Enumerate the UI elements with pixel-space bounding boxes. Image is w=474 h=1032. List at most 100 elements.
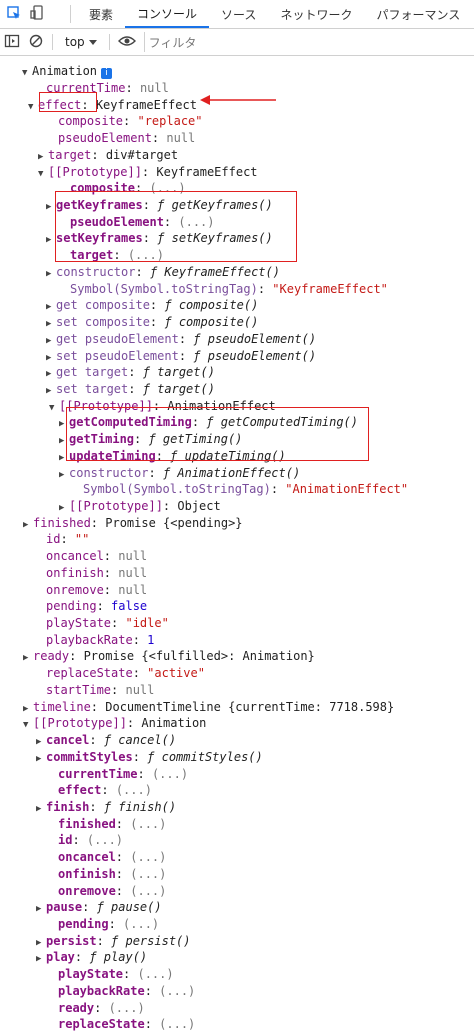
console-property-row[interactable]: ▶ [[Prototype]]: Object — [59, 498, 221, 514]
expand-triangle-icon[interactable]: ▶ — [23, 650, 33, 666]
tab-network[interactable]: ネットワーク — [268, 0, 364, 28]
property-key: onfinish — [46, 565, 104, 580]
expand-triangle-icon[interactable]: ▶ — [23, 517, 33, 533]
filter-input[interactable]: フィルタ — [143, 32, 196, 52]
toolbar-separator-2 — [108, 34, 110, 50]
devtools-tabbar: 要素 コンソール ソース ネットワーク パフォーマンス — [0, 0, 474, 29]
console-property-row[interactable]: ▼ [[Prototype]]: KeyframeEffect — [38, 164, 258, 180]
console-property-row[interactable]: ▶ get target: ƒ target() — [46, 364, 215, 380]
expand-triangle-icon[interactable]: ▶ — [36, 801, 46, 817]
expand-triangle-icon[interactable]: ▶ — [46, 333, 56, 349]
property-key: currentTime — [58, 766, 138, 781]
property-value: 1 — [147, 632, 155, 647]
expand-triangle-icon[interactable]: ▶ — [36, 734, 46, 750]
collapse-triangle-icon[interactable]: ▼ — [49, 400, 59, 416]
expand-triangle-icon[interactable]: ▶ — [36, 935, 46, 951]
property-value: Promise {<fulfilled>: Animation} — [83, 649, 315, 664]
property-key: onremove — [58, 883, 116, 898]
property-key: set composite — [56, 315, 150, 330]
collapse-triangle-icon[interactable]: ▼ — [28, 99, 38, 115]
property-key: constructor — [69, 465, 149, 480]
device-toggle-icon[interactable] — [30, 4, 46, 24]
console-property-row[interactable]: ▶ play: ƒ play() — [36, 949, 147, 965]
console-property-row[interactable]: ▶ commitStyles: ƒ commitStyles() — [36, 749, 263, 765]
console-property-row[interactable]: ▶ finish: ƒ finish() — [36, 799, 176, 815]
sidebar-toggle-icon[interactable] — [4, 33, 20, 52]
expand-triangle-icon[interactable]: ▶ — [36, 951, 46, 967]
property-key: set target — [56, 381, 129, 396]
console-property-row: effect: (...) — [48, 782, 152, 798]
expand-triangle-icon[interactable]: ▶ — [59, 500, 69, 516]
tab-performance[interactable]: パフォーマンス — [364, 0, 472, 28]
console-property-row[interactable]: ▶ set target: ƒ target() — [46, 381, 215, 397]
property-key: play — [46, 950, 75, 965]
context-selector[interactable]: top — [61, 35, 101, 49]
property-value: ƒ commitStyles() — [147, 749, 263, 764]
console-property-row[interactable]: ▶ target: div#target — [38, 147, 178, 163]
expand-triangle-icon[interactable]: ▶ — [46, 383, 56, 399]
expand-triangle-icon[interactable]: ▶ — [46, 266, 56, 282]
expand-triangle-icon[interactable]: ▶ — [36, 901, 46, 917]
expand-triangle-icon[interactable]: ▶ — [46, 366, 56, 382]
dropdown-arrow-icon — [88, 35, 97, 49]
console-property-row[interactable]: ▶ set composite: ƒ composite() — [46, 314, 258, 330]
console-property-row[interactable]: ▶ ready: Promise {<fulfilled>: Animation} — [23, 648, 315, 664]
console-property-row: playState: "idle" — [36, 615, 169, 631]
tab-elements[interactable]: 要素 — [77, 0, 125, 28]
expand-triangle-icon[interactable]: ▶ — [46, 350, 56, 366]
property-separator: : — [132, 749, 148, 764]
inspect-icon[interactable] — [6, 5, 22, 24]
console-property-row[interactable]: ▼ [[Prototype]]: Animation — [23, 715, 206, 731]
console-property-row: replaceState: "active" — [36, 665, 205, 681]
property-key: playState — [58, 967, 124, 982]
expand-triangle-icon[interactable]: ▶ — [36, 751, 46, 767]
clear-console-icon[interactable] — [28, 33, 44, 52]
property-value: ƒ pseudoElement() — [193, 331, 317, 346]
property-key: pseudoElement — [58, 131, 152, 146]
property-key: pending — [58, 917, 109, 931]
root-object-row[interactable]: ▼ Animation i — [22, 63, 113, 81]
property-separator: : — [90, 699, 106, 714]
property-separator: : — [132, 632, 148, 647]
property-key: set pseudoElement — [56, 348, 179, 363]
expand-triangle-icon[interactable]: ▶ — [23, 701, 33, 717]
property-key: [[Prototype]] — [33, 716, 127, 731]
property-separator: : — [82, 900, 97, 915]
console-property-row[interactable]: ▶ cancel: ƒ cancel() — [36, 732, 176, 748]
console-property-row[interactable]: ▶ constructor: ƒ KeyframeEffect() — [46, 264, 280, 280]
property-key: composite — [58, 114, 124, 129]
property-value: (...) — [130, 816, 167, 831]
property-key: constructor — [56, 264, 136, 279]
live-expression-eye-icon[interactable] — [117, 34, 136, 51]
console-property-row[interactable]: ▶ persist: ƒ persist() — [36, 933, 191, 949]
console-property-row[interactable]: ▶ timeline: DocumentTimeline {currentTime… — [23, 699, 394, 715]
console-property-row: ready: (...) — [48, 1000, 145, 1016]
console-property-row: pseudoElement: null — [48, 130, 195, 146]
expand-triangle-icon[interactable]: ▶ — [46, 316, 56, 332]
console-property-row[interactable]: ▶ pause: ƒ pause() — [36, 899, 162, 915]
property-separator: : — [178, 331, 194, 346]
property-separator: : — [141, 164, 157, 179]
console-property-row: id: "" — [36, 531, 89, 547]
tab-console[interactable]: コンソール — [125, 0, 210, 28]
expand-triangle-icon[interactable]: ▼ — [22, 65, 32, 81]
property-value: null — [139, 81, 169, 95]
tab-sources[interactable]: ソース — [209, 0, 268, 28]
property-value: ƒ KeyframeEffect() — [149, 264, 280, 279]
property-value: null — [118, 582, 148, 597]
console-property-row[interactable]: ▶ get composite: ƒ composite() — [46, 297, 258, 313]
console-property-row[interactable]: ▶ constructor: ƒ AnimationEffect() — [59, 465, 300, 481]
collapse-triangle-icon[interactable]: ▼ — [23, 717, 33, 733]
console-property-row[interactable]: ▶ set pseudoElement: ƒ pseudoElement() — [46, 348, 316, 364]
collapse-triangle-icon[interactable]: ▼ — [38, 166, 48, 182]
property-key: startTime — [46, 682, 112, 697]
console-property-row: id: (...) — [48, 832, 123, 848]
expand-triangle-icon[interactable]: ▶ — [59, 467, 69, 483]
property-separator: : — [144, 1017, 160, 1032]
expand-triangle-icon[interactable]: ▶ — [38, 149, 48, 165]
property-separator: : — [115, 816, 131, 831]
console-property-row[interactable]: ▶ finished: Promise {<pending>} — [23, 515, 243, 531]
console-property-row[interactable]: ▶ get pseudoElement: ƒ pseudoElement() — [46, 331, 316, 347]
expand-triangle-icon[interactable]: ▶ — [46, 299, 56, 315]
console-property-row: oncancel: null — [36, 548, 147, 564]
